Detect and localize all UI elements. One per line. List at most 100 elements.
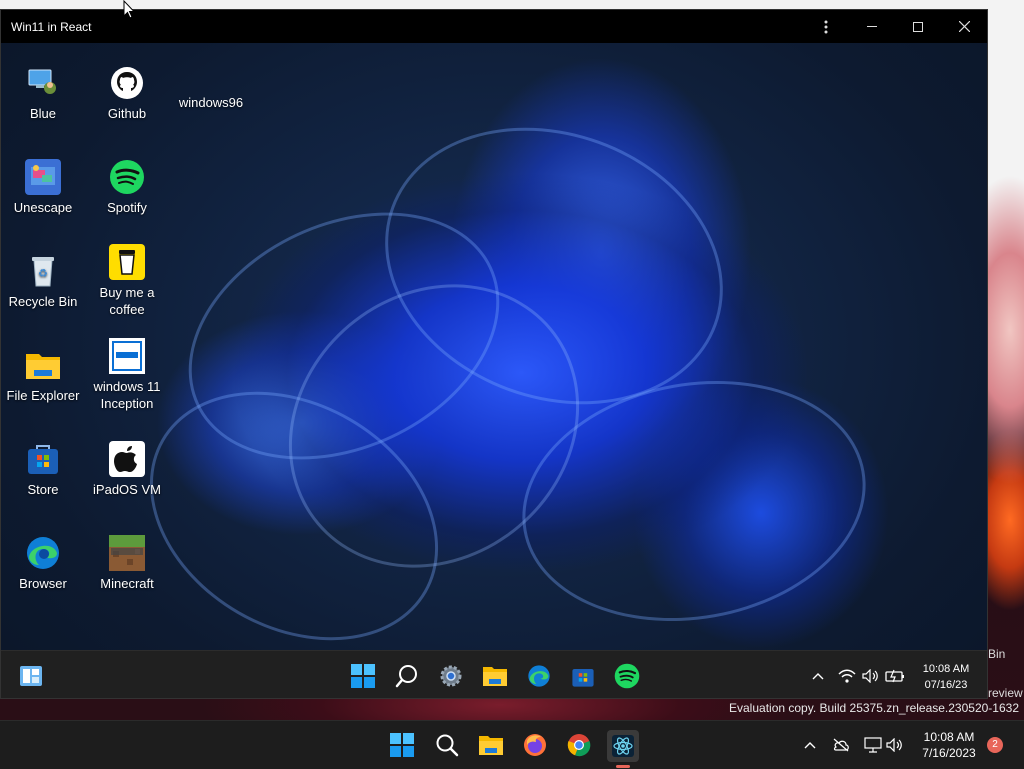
widgets-button[interactable] <box>16 661 46 691</box>
inner-edge-button[interactable] <box>524 661 554 691</box>
unescape-icon <box>25 159 61 195</box>
start-icon <box>351 664 375 688</box>
desktop-icon-label: Browser <box>19 576 67 591</box>
minimize-button[interactable] <box>849 10 895 43</box>
inner-clock-date: 07/16/23 <box>924 679 968 691</box>
inner-battery-button[interactable] <box>880 661 910 691</box>
host-volume-button[interactable] <box>880 730 910 760</box>
desktop-icon-windows96[interactable]: windows96 <box>169 94 253 111</box>
apple-icon <box>109 441 145 477</box>
battery-icon <box>885 669 904 683</box>
store-icon <box>572 668 594 687</box>
inner-clock-time: 10:08 AM <box>922 663 970 675</box>
edge-icon <box>25 535 61 571</box>
desktop-icon-browser[interactable]: Browser <box>1 535 85 592</box>
settings-icon <box>440 665 462 687</box>
win11-react-window[interactable]: Win11 in React Blue Unescape ♻ Recycle B… <box>0 9 988 699</box>
inner-spotify-button[interactable] <box>612 661 642 691</box>
inner-store-button[interactable] <box>568 661 598 691</box>
host-clock-time: 10:08 AM <box>923 730 975 744</box>
windows11-inception-icon <box>109 338 145 374</box>
maximize-icon <box>913 21 923 32</box>
notification-badge[interactable]: 2 <box>987 737 1003 753</box>
github-icon <box>109 65 145 101</box>
cloud-offline-icon <box>833 738 849 752</box>
host-recycle-bin-label: Bin <box>988 647 1006 661</box>
desktop-icon-buy-me-a-coffee[interactable]: Buy me a coffee <box>85 244 169 318</box>
host-search-button[interactable] <box>432 730 462 760</box>
wifi-icon <box>838 669 856 683</box>
desktop-icon-github[interactable]: Github <box>85 65 169 122</box>
inner-start-button[interactable] <box>348 661 378 691</box>
desktop-icon-label: Unescape <box>13 200 73 215</box>
evaluation-watermark: Evaluation copy. Build 25375.zn_release.… <box>729 701 1019 715</box>
firefox-icon <box>524 734 546 756</box>
file-explorer-icon <box>479 736 503 755</box>
inner-show-hidden-icons-button[interactable] <box>803 661 833 691</box>
search-icon <box>436 734 459 757</box>
desktop-icon-unescape[interactable]: Unescape <box>1 159 85 216</box>
host-chrome-button[interactable] <box>564 730 594 760</box>
inner-settings-button[interactable] <box>436 661 466 691</box>
inner-search-button[interactable] <box>392 661 422 691</box>
blue-app-icon <box>25 65 61 101</box>
vertical-dots-icon <box>824 20 828 33</box>
search-icon <box>395 665 417 688</box>
file-explorer-icon <box>483 667 507 686</box>
window-titlebar[interactable]: Win11 in React <box>1 10 987 43</box>
volume-icon <box>862 669 878 683</box>
minimize-icon <box>867 25 877 27</box>
desktop-icon-label: windows 11 Inception <box>93 379 161 411</box>
desktop-icon-label: Store <box>27 482 59 497</box>
inner-file-explorer-button[interactable] <box>480 661 510 691</box>
desktop-icon-label: Spotify <box>107 200 147 215</box>
close-button[interactable] <box>941 10 987 43</box>
spotify-icon <box>109 159 145 195</box>
desktop-icon-windows-11-inception[interactable]: windows 11 Inception <box>85 338 169 412</box>
folder-icon <box>25 347 61 383</box>
widgets-icon <box>20 666 42 686</box>
desktop-icon-label: Recycle Bin <box>8 294 78 309</box>
host-electron-app-button[interactable] <box>607 730 639 762</box>
desktop-icon-label: Github <box>107 106 147 121</box>
spotify-icon <box>614 663 640 689</box>
desktop-icon-label: Buy me a coffee <box>99 285 155 317</box>
host-preview-label: review <box>988 686 1023 700</box>
desktop-icon-spotify[interactable]: Spotify <box>85 159 169 216</box>
inner-desktop[interactable]: Blue Unescape ♻ Recycle Bin File Explore… <box>1 43 987 650</box>
host-file-explorer-button[interactable] <box>476 730 506 760</box>
chrome-icon <box>567 734 591 757</box>
host-clock[interactable]: 10:08 AM 7/16/2023 <box>913 729 985 761</box>
electron-app-icon <box>612 735 634 757</box>
desktop-icon-store[interactable]: Store <box>1 441 85 498</box>
edge-icon <box>528 665 550 687</box>
desktop-icon-label: iPadOS VM <box>93 482 161 497</box>
close-icon <box>958 21 970 32</box>
maximize-button[interactable] <box>895 10 941 43</box>
desktop-icon-label: windows96 <box>178 95 244 110</box>
host-start-button[interactable] <box>387 730 417 760</box>
host-show-hidden-icons-button[interactable] <box>795 730 825 760</box>
coffee-cup-icon <box>109 244 145 280</box>
host-cloud-offline-button[interactable] <box>826 730 856 760</box>
desktop-icon-minecraft[interactable]: Minecraft <box>85 535 169 592</box>
chevron-up-icon <box>812 673 824 680</box>
host-clock-date: 7/16/2023 <box>922 746 976 760</box>
more-options-button[interactable] <box>803 10 849 43</box>
desktop-icon-label: Blue <box>29 106 57 121</box>
chevron-up-icon <box>804 742 816 749</box>
svg-text:♻: ♻ <box>38 267 48 280</box>
start-icon <box>390 733 414 757</box>
window-title: Win11 in React <box>11 19 92 34</box>
desktop-icon-ipados-vm[interactable]: iPadOS VM <box>85 441 169 498</box>
desktop-icon-recycle-bin[interactable]: ♻ Recycle Bin <box>1 253 85 310</box>
inner-clock[interactable]: 10:08 AM 07/16/23 <box>911 661 981 693</box>
desktop-icon-blue[interactable]: Blue <box>1 65 85 122</box>
host-firefox-button[interactable] <box>520 730 550 760</box>
inner-taskbar: 10:08 AM 07/16/23 <box>1 650 987 698</box>
store-icon <box>25 441 61 477</box>
desktop-icon-file-explorer[interactable]: File Explorer <box>1 347 85 404</box>
recycle-bin-icon: ♻ <box>25 253 61 289</box>
desktop-icon-label: File Explorer <box>6 388 80 403</box>
minecraft-icon <box>109 535 145 571</box>
